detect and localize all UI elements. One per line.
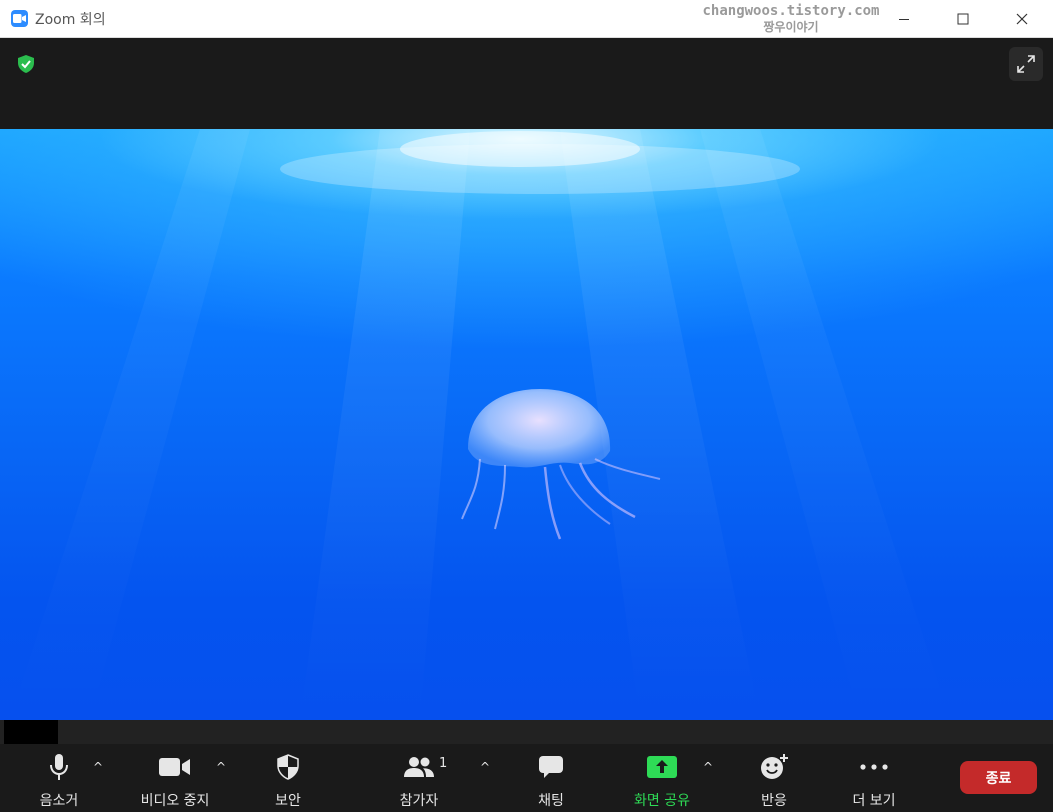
- video-camera-icon: [159, 744, 191, 790]
- watermark-url: changwoos.tistory.com: [702, 3, 880, 19]
- participants-options-caret[interactable]: ^: [477, 760, 493, 774]
- reactions-label: 반응: [761, 793, 787, 809]
- stop-video-label: 비디오 중지: [140, 793, 210, 809]
- microphone-icon: [48, 744, 70, 790]
- stop-video-button[interactable]: 비디오 중지: [130, 744, 220, 812]
- encryption-shield-icon[interactable]: [16, 54, 36, 78]
- reactions-button[interactable]: 반응: [744, 744, 804, 812]
- end-meeting-button[interactable]: 종료: [960, 761, 1037, 794]
- more-button[interactable]: 더 보기: [838, 744, 910, 812]
- watermark: changwoos.tistory.com 짱우이야기: [696, 3, 886, 35]
- close-button[interactable]: [999, 0, 1045, 38]
- mute-button[interactable]: 음소거: [22, 744, 96, 812]
- jellyfish-scene: [10, 129, 950, 720]
- security-button[interactable]: 보안: [258, 744, 318, 812]
- mute-options-caret[interactable]: ^: [90, 760, 106, 774]
- participant-thumbnail[interactable]: [4, 720, 58, 744]
- fullscreen-button[interactable]: [1009, 47, 1043, 81]
- more-label: 더 보기: [852, 793, 896, 809]
- mute-label: 음소거: [39, 793, 79, 809]
- security-label: 보안: [275, 793, 301, 809]
- share-screen-label: 화면 공유: [634, 793, 690, 809]
- participants-button[interactable]: 참가자: [384, 744, 454, 812]
- participants-label: 참가자: [399, 793, 439, 809]
- video-feed: [0, 129, 1053, 720]
- share-screen-button[interactable]: 화면 공유: [622, 744, 702, 812]
- chat-label: 채팅: [538, 793, 564, 809]
- chat-bubble-icon: [538, 744, 564, 790]
- meeting-topbar: [0, 38, 1053, 129]
- emoji-add-icon: [759, 744, 789, 790]
- video-options-caret[interactable]: ^: [213, 760, 229, 774]
- expand-icon: [1017, 55, 1035, 73]
- maximize-button[interactable]: [940, 0, 986, 38]
- participants-count: 1: [439, 756, 448, 771]
- share-screen-arrow-icon: [647, 744, 677, 790]
- maximize-icon: [957, 13, 969, 25]
- people-icon: [403, 744, 435, 790]
- minimize-icon: [899, 19, 909, 20]
- chat-button[interactable]: 채팅: [521, 744, 581, 812]
- minimize-button[interactable]: [881, 0, 927, 38]
- zoom-app-icon: [11, 10, 28, 27]
- share-options-caret[interactable]: ^: [700, 760, 716, 774]
- shield-icon: [276, 744, 300, 790]
- close-icon: [1016, 13, 1028, 25]
- window-title: Zoom 회의: [35, 12, 106, 28]
- window-titlebar: Zoom 회의 changwoos.tistory.com 짱우이야기: [0, 0, 1053, 38]
- watermark-name: 짱우이야기: [763, 20, 819, 34]
- participant-strip: [0, 720, 1053, 744]
- meeting-toolbar: 음소거 ^ 비디오 중지 ^ 보안 참가자 1 ^ 채팅 화면 공유 ^ 반응 …: [0, 744, 1053, 812]
- ellipsis-icon: [860, 744, 888, 790]
